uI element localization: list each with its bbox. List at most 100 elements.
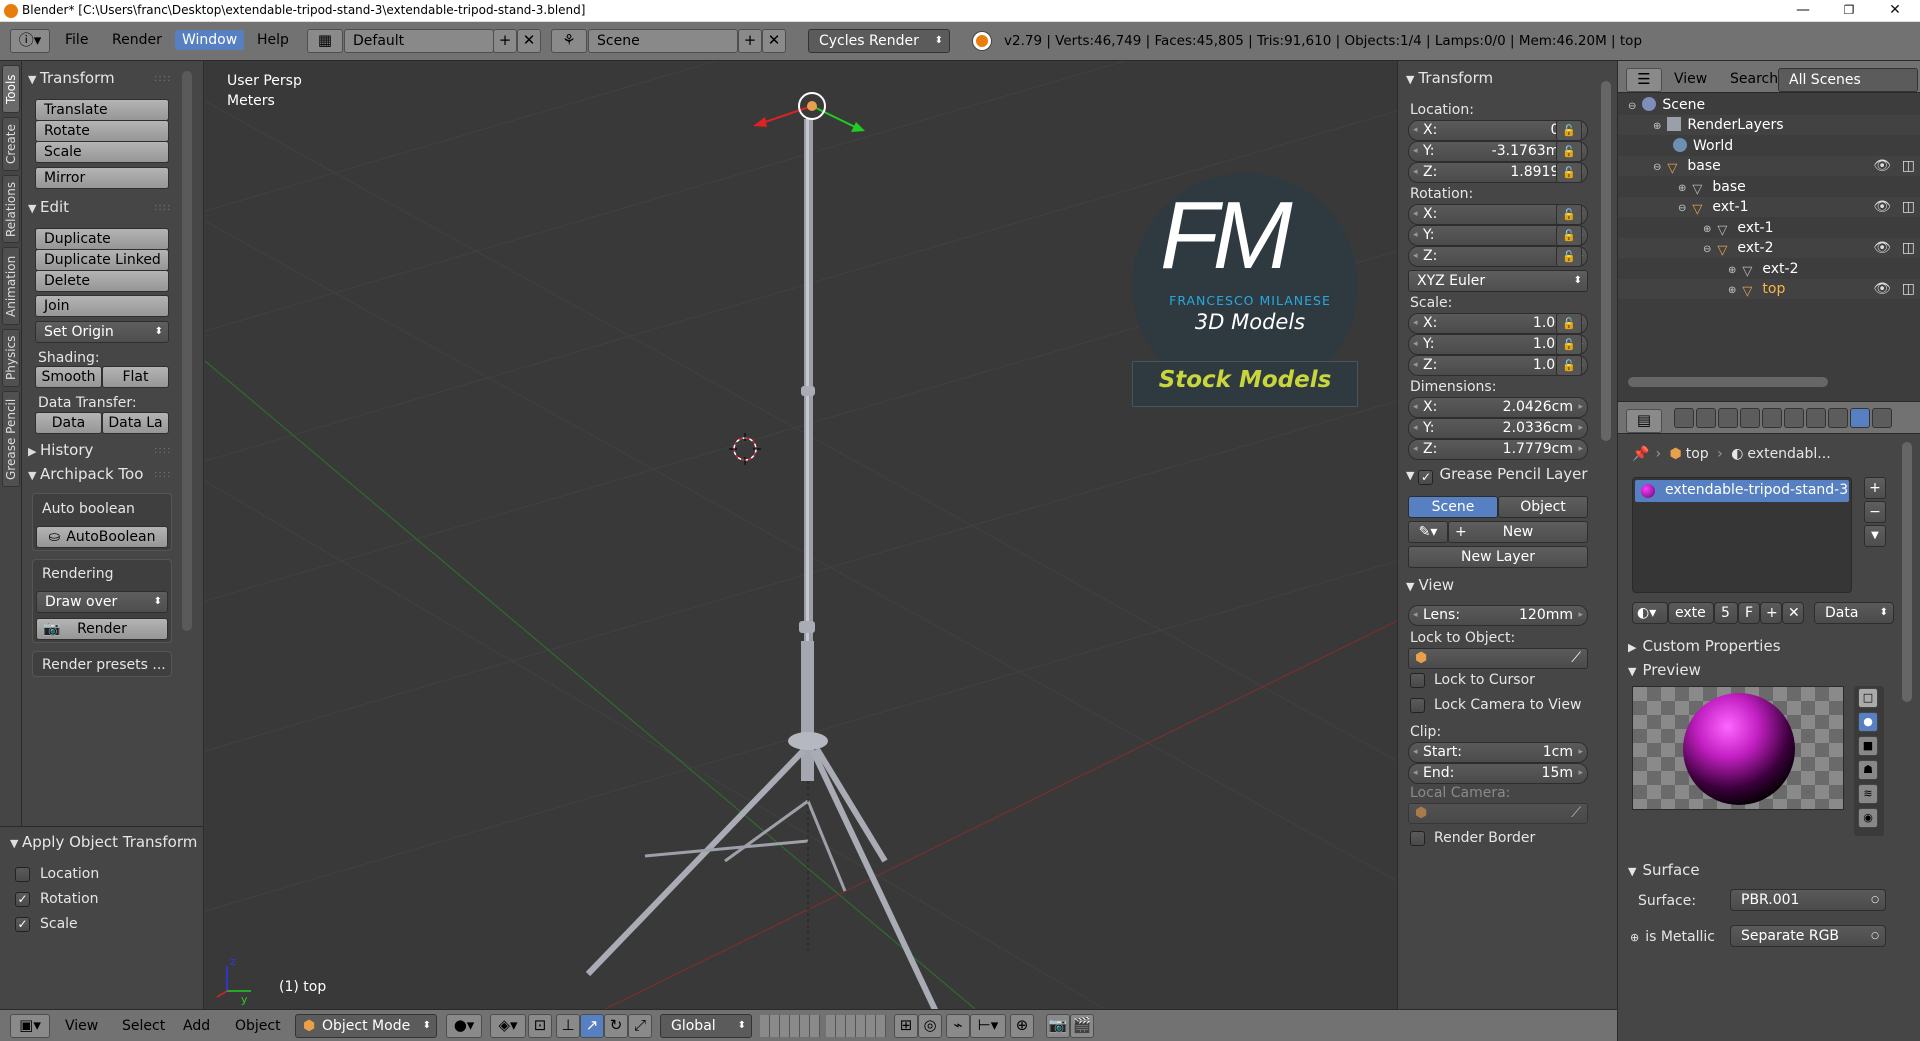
object-tab-icon[interactable] xyxy=(1762,408,1782,428)
3d-cursor-icon[interactable] xyxy=(729,433,761,465)
lock-layers-icon[interactable]: ⊞ xyxy=(894,1014,918,1038)
tab-physics[interactable]: Physics xyxy=(2,329,20,387)
tab-tools[interactable]: Tools xyxy=(2,65,20,113)
outliner-row-world[interactable]: World xyxy=(1673,136,1733,156)
render-border-checkbox[interactable] xyxy=(1410,831,1425,846)
render-button[interactable]: 📷 Render xyxy=(36,618,168,640)
texture-tab-icon[interactable] xyxy=(1872,408,1892,428)
fake-user-toggle[interactable]: F xyxy=(1738,602,1760,624)
view-menu[interactable]: View xyxy=(65,1018,98,1034)
material-slot-row[interactable]: extendable-tripod-stand-3 xyxy=(1635,480,1849,502)
lock-rotation-y-icon[interactable]: 🔓 xyxy=(1556,225,1582,246)
preview-hair-icon[interactable]: ≋ xyxy=(1858,784,1878,804)
outliner-filter-dropdown[interactable]: All Scenes xyxy=(1778,68,1918,92)
properties-editor-type-icon[interactable]: ▤ xyxy=(1626,409,1662,433)
collapse-icon[interactable]: ⊖ xyxy=(1653,162,1661,173)
world-tab-icon[interactable] xyxy=(1740,408,1760,428)
clip-start-field[interactable]: ◂ Start: 1cm ▸ xyxy=(1408,742,1588,763)
only-origins-icon[interactable]: ⊡ xyxy=(528,1014,552,1038)
surface-shader-field[interactable]: PBR.001 ○ xyxy=(1730,889,1886,911)
grip-icon[interactable]: :::: xyxy=(154,202,171,213)
delete-button[interactable]: Delete xyxy=(35,270,169,292)
expand-icon[interactable]: ⊕ xyxy=(1728,285,1736,296)
view-panel-header[interactable]: ▼ View xyxy=(1406,576,1454,594)
join-button[interactable]: Join xyxy=(35,295,169,317)
viewport-shading-icon[interactable]: ●▾ xyxy=(446,1014,482,1038)
surface-header[interactable]: ▼ Surface xyxy=(1628,861,1700,879)
expand-icon[interactable]: ⊕ xyxy=(1678,183,1686,194)
outliner-row-ext1-empty[interactable]: ⊖ ▽ ext-1 👁 ◫ xyxy=(1618,197,1920,217)
translate-button[interactable]: Translate xyxy=(35,99,169,121)
grip-icon[interactable]: :::: xyxy=(154,469,171,480)
layer-buttons-2[interactable] xyxy=(826,1015,886,1037)
grip-icon[interactable]: :::: xyxy=(154,445,171,456)
toolshelf-scrollbar[interactable] xyxy=(182,71,192,631)
object-mode-dropdown[interactable]: ⬢ Object Mode ⬍ xyxy=(295,1014,437,1038)
scene-icon[interactable]: ⚘ xyxy=(551,29,587,53)
expand-icon[interactable]: ⊕ xyxy=(1728,265,1736,276)
menu-render[interactable]: Render xyxy=(112,32,162,48)
scene-field[interactable]: Scene xyxy=(588,29,738,53)
preview-plane-icon[interactable]: □ xyxy=(1858,688,1878,708)
set-origin-dropdown[interactable]: Set Origin ⬍ xyxy=(35,321,169,343)
preview-monkey-icon[interactable]: ☗ xyxy=(1858,760,1878,780)
is-metallic-input-field[interactable]: Separate RGB ○ xyxy=(1730,925,1886,947)
screen-layout-icon[interactable]: ▦ xyxy=(307,29,343,53)
visibility-eye-icon[interactable]: 👁 xyxy=(1873,156,1891,176)
render-camera-icon[interactable]: ◫ xyxy=(1902,156,1915,176)
remove-scene-icon[interactable]: ✕ xyxy=(762,29,786,53)
gp-new-button[interactable]: + New xyxy=(1448,521,1588,543)
render-camera-icon[interactable]: ◫ xyxy=(1902,238,1915,258)
edit-panel-header[interactable]: ▼ Edit xyxy=(28,198,69,216)
mirror-button[interactable]: Mirror xyxy=(35,167,169,189)
modifiers-tab-icon[interactable] xyxy=(1806,408,1826,428)
history-panel-header[interactable]: ▶ History xyxy=(28,441,93,459)
collapse-icon[interactable]: ⊖ xyxy=(1628,101,1636,112)
preview-cube-icon[interactable]: ■ xyxy=(1858,736,1878,756)
draw-over-dropdown[interactable]: Draw over ⬍ xyxy=(36,591,168,613)
autoboolean-button[interactable]: ⛀ AutoBoolean xyxy=(36,526,168,548)
preview-world-icon[interactable]: ◉ xyxy=(1858,808,1878,828)
new-material-icon[interactable]: + xyxy=(1760,602,1782,624)
outliner-editor-type-icon[interactable]: ☰ xyxy=(1626,68,1662,92)
lock-scale-y-icon[interactable]: 🔓 xyxy=(1556,334,1582,355)
close-button[interactable]: ✕ xyxy=(1872,0,1918,22)
lock-scale-x-icon[interactable]: 🔓 xyxy=(1556,313,1582,334)
minimize-button[interactable]: — xyxy=(1780,0,1826,22)
menu-file[interactable]: File xyxy=(65,32,88,48)
maximize-button[interactable]: ❐ xyxy=(1826,0,1872,22)
scene-tab-icon[interactable] xyxy=(1718,408,1738,428)
collapse-icon[interactable]: ⊖ xyxy=(1703,244,1711,255)
lock-to-cursor-checkbox[interactable] xyxy=(1410,673,1425,688)
gp-scene-toggle[interactable]: Scene xyxy=(1408,496,1498,518)
dimension-x-field[interactable]: ◂ X: 2.0426cm ▸ xyxy=(1408,397,1588,418)
outliner-row-ext2-mesh[interactable]: ⊕ ▽ ext-2 xyxy=(1728,259,1799,279)
add-scene-icon[interactable]: + xyxy=(738,29,762,53)
tab-create[interactable]: Create xyxy=(2,117,20,171)
render-camera-icon[interactable]: ◫ xyxy=(1902,197,1915,217)
apply-transform-header[interactable]: ▼ Apply Object Transform xyxy=(10,833,197,851)
lock-location-z-icon[interactable]: 🔓 xyxy=(1556,162,1582,183)
dimension-z-field[interactable]: ◂ Z: 1.7779cm ▸ xyxy=(1408,439,1588,460)
scale-button[interactable]: Scale xyxy=(35,141,169,163)
n-transform-header[interactable]: ▼ Transform xyxy=(1406,69,1493,87)
outliner-row-base-empty[interactable]: ⊖ ▽ base 👁 ◫ xyxy=(1618,156,1920,176)
lock-scale-z-icon[interactable]: 🔓 xyxy=(1556,355,1582,376)
transform-orientation-dropdown[interactable]: Global ⬍ xyxy=(660,1014,752,1038)
object-menu[interactable]: Object xyxy=(235,1018,281,1034)
tab-grease-pencil[interactable]: Grease Pencil xyxy=(2,391,20,487)
transform-panel-header[interactable]: ▼ Transform xyxy=(28,69,115,87)
visibility-eye-icon[interactable]: 👁 xyxy=(1873,238,1891,258)
rotation-mode-dropdown[interactable]: XYZ Euler ⬍ xyxy=(1408,270,1588,292)
lens-field[interactable]: ◂ Lens: 120mm ▸ xyxy=(1408,605,1588,626)
data-tab-icon[interactable] xyxy=(1828,408,1848,428)
preview-sphere-icon[interactable]: ● xyxy=(1858,712,1878,732)
opengl-render-icon[interactable]: 📷 xyxy=(1046,1014,1070,1038)
material-users-count[interactable]: 5 xyxy=(1714,602,1738,624)
remove-material-slot-icon[interactable]: − xyxy=(1864,501,1886,523)
tab-animation[interactable]: Animation xyxy=(2,247,20,325)
duplicate-button[interactable]: Duplicate xyxy=(35,228,169,250)
outliner-row-ext2-empty[interactable]: ⊖ ▽ ext-2 👁 ◫ xyxy=(1618,238,1920,258)
layer-buttons-1[interactable] xyxy=(760,1015,820,1037)
lock-location-y-icon[interactable]: 🔓 xyxy=(1556,141,1582,162)
